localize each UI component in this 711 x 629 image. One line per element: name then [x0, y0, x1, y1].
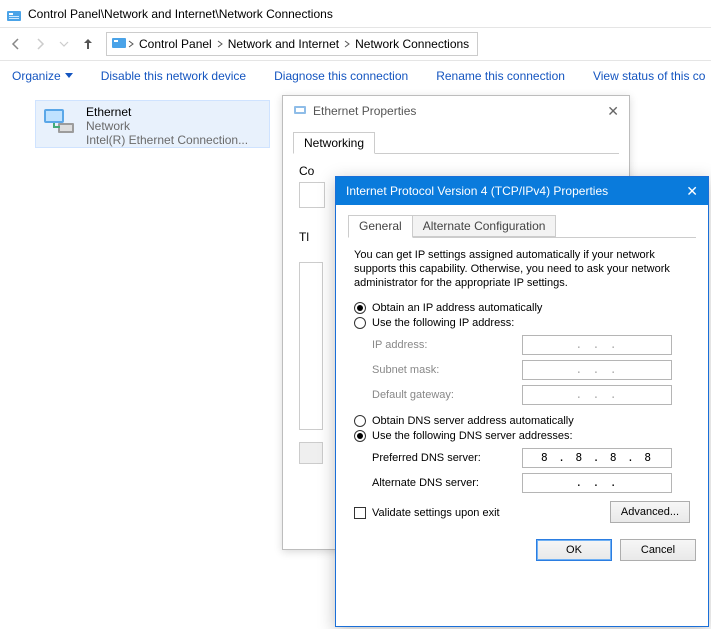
organize-menu[interactable]: Organize: [12, 69, 73, 83]
disable-device-button[interactable]: Disable this network device: [101, 69, 246, 83]
label-default-gateway: Default gateway:: [372, 389, 522, 401]
organize-label: Organize: [12, 69, 61, 83]
ipv4-header[interactable]: Internet Protocol Version 4 (TCP/IPv4) P…: [336, 177, 708, 205]
radio-use-ip-label: Use the following IP address:: [372, 317, 514, 329]
radio-obtain-dns[interactable]: Obtain DNS server address automatically: [354, 415, 690, 427]
tab-alternate-configuration[interactable]: Alternate Configuration: [412, 215, 557, 237]
title-bar: Control Panel\Network and Internet\Netwo…: [0, 0, 711, 28]
adapter-item-ethernet[interactable]: Ethernet Network Intel(R) Ethernet Conne…: [35, 100, 270, 148]
input-ip-address: . . .: [522, 335, 672, 355]
radio-use-ip[interactable]: Use the following IP address:: [354, 317, 690, 329]
input-subnet-mask: . . .: [522, 360, 672, 380]
connect-using-box: [299, 182, 325, 208]
radio-obtain-dns-label: Obtain DNS server address automatically: [372, 415, 574, 427]
advanced-button[interactable]: Advanced...: [610, 501, 690, 523]
ok-button[interactable]: OK: [536, 539, 612, 561]
radio-icon: [354, 317, 366, 329]
radio-obtain-ip-label: Obtain an IP address automatically: [372, 302, 542, 314]
adapter-status: Network: [86, 119, 248, 133]
address-icon: [111, 35, 127, 54]
window-title: Control Panel\Network and Internet\Netwo…: [28, 0, 333, 28]
up-button[interactable]: [76, 32, 100, 56]
radio-obtain-ip[interactable]: Obtain an IP address automatically: [354, 302, 690, 314]
input-alternate-dns[interactable]: . . .: [522, 473, 672, 493]
view-status-button[interactable]: View status of this co: [593, 69, 706, 83]
rename-button[interactable]: Rename this connection: [436, 69, 565, 83]
install-button-edge: [299, 442, 323, 464]
ipv4-properties-window: Internet Protocol Version 4 (TCP/IPv4) P…: [335, 176, 709, 627]
ethernet-properties-title: Ethernet Properties: [313, 104, 416, 118]
breadcrumb-seg-2[interactable]: Network and Internet: [224, 37, 343, 51]
label-alternate-dns: Alternate DNS server:: [372, 477, 522, 489]
ethernet-properties-header[interactable]: Ethernet Properties ✕: [283, 96, 629, 126]
items-list-edge: [299, 262, 323, 430]
nic-icon: [293, 103, 307, 120]
recent-dropdown[interactable]: [52, 32, 76, 56]
address-bar[interactable]: Control Panel Network and Internet Netwo…: [106, 32, 478, 56]
label-ip-address: IP address:: [372, 339, 522, 351]
ipv4-title: Internet Protocol Version 4 (TCP/IPv4) P…: [346, 184, 608, 198]
chevron-right-icon: [127, 37, 135, 51]
chevron-right-icon: [343, 37, 351, 51]
close-icon[interactable]: ✕: [607, 103, 619, 120]
label-subnet-mask: Subnet mask:: [372, 364, 522, 376]
radio-icon: [354, 302, 366, 314]
tab-networking[interactable]: Networking: [293, 132, 375, 154]
adapter-device: Intel(R) Ethernet Connection...: [86, 133, 248, 147]
forward-button[interactable]: [28, 32, 52, 56]
checkbox-validate-label: Validate settings upon exit: [372, 507, 500, 519]
radio-icon: [354, 430, 366, 442]
breadcrumb-seg-3[interactable]: Network Connections: [351, 37, 473, 51]
radio-icon: [354, 415, 366, 427]
network-adapter-icon: [42, 105, 78, 137]
radio-use-dns[interactable]: Use the following DNS server addresses:: [354, 430, 690, 442]
breadcrumb-seg-1[interactable]: Control Panel: [135, 37, 216, 51]
back-button[interactable]: [4, 32, 28, 56]
control-panel-icon: [6, 6, 22, 22]
toolbar: Organize Disable this network device Dia…: [0, 60, 711, 90]
chevron-down-icon: [65, 73, 73, 78]
label-preferred-dns: Preferred DNS server:: [372, 452, 522, 464]
input-preferred-dns[interactable]: 8 . 8 . 8 . 8: [522, 448, 672, 468]
diagnose-button[interactable]: Diagnose this connection: [274, 69, 408, 83]
input-default-gateway: . . .: [522, 385, 672, 405]
radio-use-dns-label: Use the following DNS server addresses:: [372, 430, 573, 442]
chevron-right-icon: [216, 37, 224, 51]
adapter-name: Ethernet: [86, 105, 248, 119]
cancel-button[interactable]: Cancel: [620, 539, 696, 561]
close-icon[interactable]: ✕: [686, 183, 698, 200]
tab-general[interactable]: General: [348, 215, 413, 238]
checkbox-icon: [354, 507, 366, 519]
adapter-text: Ethernet Network Intel(R) Ethernet Conne…: [86, 105, 248, 147]
ipv4-description: You can get IP settings assigned automat…: [354, 248, 690, 290]
nav-row: Control Panel Network and Internet Netwo…: [0, 28, 711, 60]
